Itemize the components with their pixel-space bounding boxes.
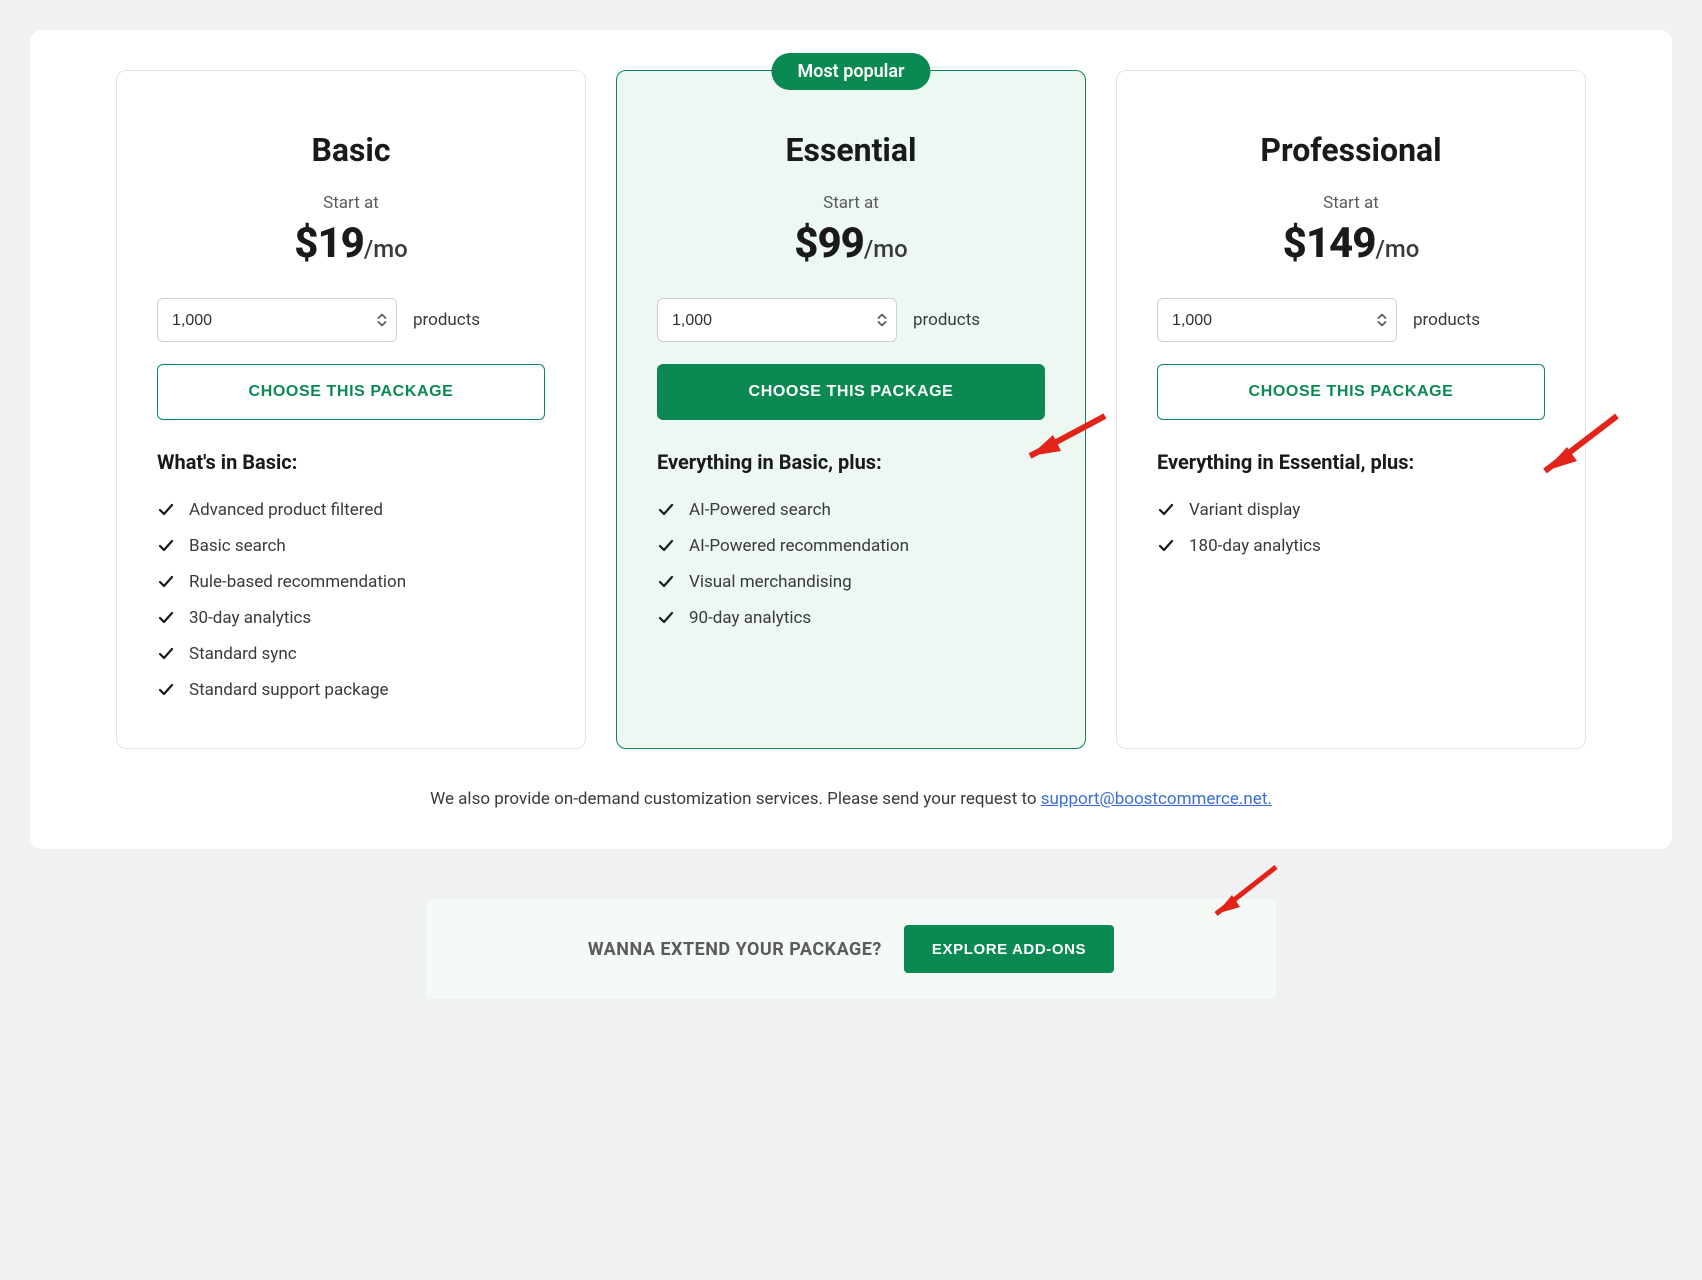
- feature-text: AI-Powered search: [689, 500, 831, 520]
- feature-text: 90-day analytics: [689, 608, 811, 628]
- check-icon: [157, 645, 175, 663]
- price-row: $149/mo: [1157, 219, 1545, 268]
- start-at-label: Start at: [657, 193, 1045, 213]
- feature-text: Basic search: [189, 536, 286, 556]
- features-title: Everything in Essential, plus:: [1157, 450, 1545, 474]
- plan-card-basic: Basic Start at $19/mo 1,000 products CHOOSE T…: [116, 70, 586, 749]
- plan-card-essential: Most popularEssentialStart at$99/mo1,000…: [616, 70, 1086, 749]
- product-select-row: 1,000 products: [657, 298, 1045, 342]
- feature-item: AI-Powered search: [657, 492, 1045, 528]
- features-list: Variant display 180-day analytics: [1157, 492, 1545, 564]
- feature-text: Rule-based recommendation: [189, 572, 406, 592]
- features-title: What's in Basic:: [157, 450, 545, 474]
- check-icon: [1157, 501, 1175, 519]
- price-per: /mo: [1376, 235, 1420, 263]
- feature-item: Advanced product filtered: [157, 492, 545, 528]
- check-icon: [157, 501, 175, 519]
- pricing-panel: Basic Start at $19/mo 1,000 products CHOOSE T…: [30, 30, 1672, 849]
- product-select-wrap: 1,000: [157, 298, 397, 342]
- feature-item: 90-day analytics: [657, 600, 1045, 636]
- product-count-select[interactable]: 1,000: [1157, 298, 1397, 342]
- feature-item: AI-Powered recommendation: [657, 528, 1045, 564]
- check-icon: [657, 609, 675, 627]
- feature-item: Rule-based recommendation: [157, 564, 545, 600]
- plan-title: Essential: [657, 131, 1045, 169]
- check-icon: [157, 681, 175, 699]
- feature-text: 30-day analytics: [189, 608, 311, 628]
- feature-item: 30-day analytics: [157, 600, 545, 636]
- price-amount: $99: [794, 219, 864, 268]
- choose-package-button[interactable]: CHOOSE THIS PACKAGE: [157, 364, 545, 420]
- feature-text: Visual merchandising: [689, 572, 852, 592]
- feature-item: Variant display: [1157, 492, 1545, 528]
- start-at-label: Start at: [1157, 193, 1545, 213]
- product-count-select[interactable]: 1,000: [657, 298, 897, 342]
- price-per: /mo: [864, 235, 908, 263]
- feature-item: Standard sync: [157, 636, 545, 672]
- product-count-select[interactable]: 1,000: [157, 298, 397, 342]
- products-label: products: [913, 310, 980, 330]
- annotation-arrow-icon: [1196, 859, 1286, 929]
- check-icon: [157, 573, 175, 591]
- products-label: products: [1413, 310, 1480, 330]
- features-list: Advanced product filtered Basic search Rul…: [157, 492, 545, 708]
- product-select-wrap: 1,000: [1157, 298, 1397, 342]
- feature-item: Basic search: [157, 528, 545, 564]
- price-amount: $149: [1283, 219, 1376, 268]
- explore-addons-button[interactable]: EXPLORE ADD-ONS: [904, 925, 1114, 973]
- product-select-wrap: 1,000: [657, 298, 897, 342]
- footer-note-text: We also provide on-demand customization …: [430, 789, 1041, 809]
- footer-note: We also provide on-demand customization …: [60, 789, 1642, 809]
- feature-text: 180-day analytics: [1189, 536, 1321, 556]
- check-icon: [157, 609, 175, 627]
- check-icon: [657, 537, 675, 555]
- plan-title: Basic: [157, 131, 545, 169]
- feature-text: Standard sync: [189, 644, 297, 664]
- choose-package-button[interactable]: CHOOSE THIS PACKAGE: [1157, 364, 1545, 420]
- check-icon: [157, 537, 175, 555]
- feature-item: Visual merchandising: [657, 564, 1045, 600]
- products-label: products: [413, 310, 480, 330]
- product-select-row: 1,000 products: [1157, 298, 1545, 342]
- features-title: Everything in Basic, plus:: [657, 450, 1045, 474]
- feature-text: AI-Powered recommendation: [689, 536, 909, 556]
- plan-title: Professional: [1157, 131, 1545, 169]
- feature-text: Standard support package: [189, 680, 389, 700]
- most-popular-badge: Most popular: [771, 53, 930, 90]
- check-icon: [657, 501, 675, 519]
- extend-text: WANNA EXTEND YOUR PACKAGE?: [588, 939, 882, 960]
- support-email-link[interactable]: support@boostcommerce.net.: [1041, 789, 1272, 809]
- start-at-label: Start at: [157, 193, 545, 213]
- price-per: /mo: [364, 235, 408, 263]
- feature-text: Advanced product filtered: [189, 500, 383, 520]
- check-icon: [1157, 537, 1175, 555]
- price-amount: $19: [294, 219, 364, 268]
- choose-package-button[interactable]: CHOOSE THIS PACKAGE: [657, 364, 1045, 420]
- extend-bar: WANNA EXTEND YOUR PACKAGE? EXPLORE ADD-O…: [426, 899, 1276, 999]
- check-icon: [657, 573, 675, 591]
- plans-row: Basic Start at $19/mo 1,000 products CHOOSE T…: [60, 70, 1642, 749]
- price-row: $19/mo: [157, 219, 545, 268]
- feature-text: Variant display: [1189, 500, 1300, 520]
- price-row: $99/mo: [657, 219, 1045, 268]
- feature-item: Standard support package: [157, 672, 545, 708]
- feature-item: 180-day analytics: [1157, 528, 1545, 564]
- plan-card-professional: Professional Start at $149/mo 1,000 products…: [1116, 70, 1586, 749]
- features-list: AI-Powered search AI-Powered recommendati…: [657, 492, 1045, 636]
- product-select-row: 1,000 products: [157, 298, 545, 342]
